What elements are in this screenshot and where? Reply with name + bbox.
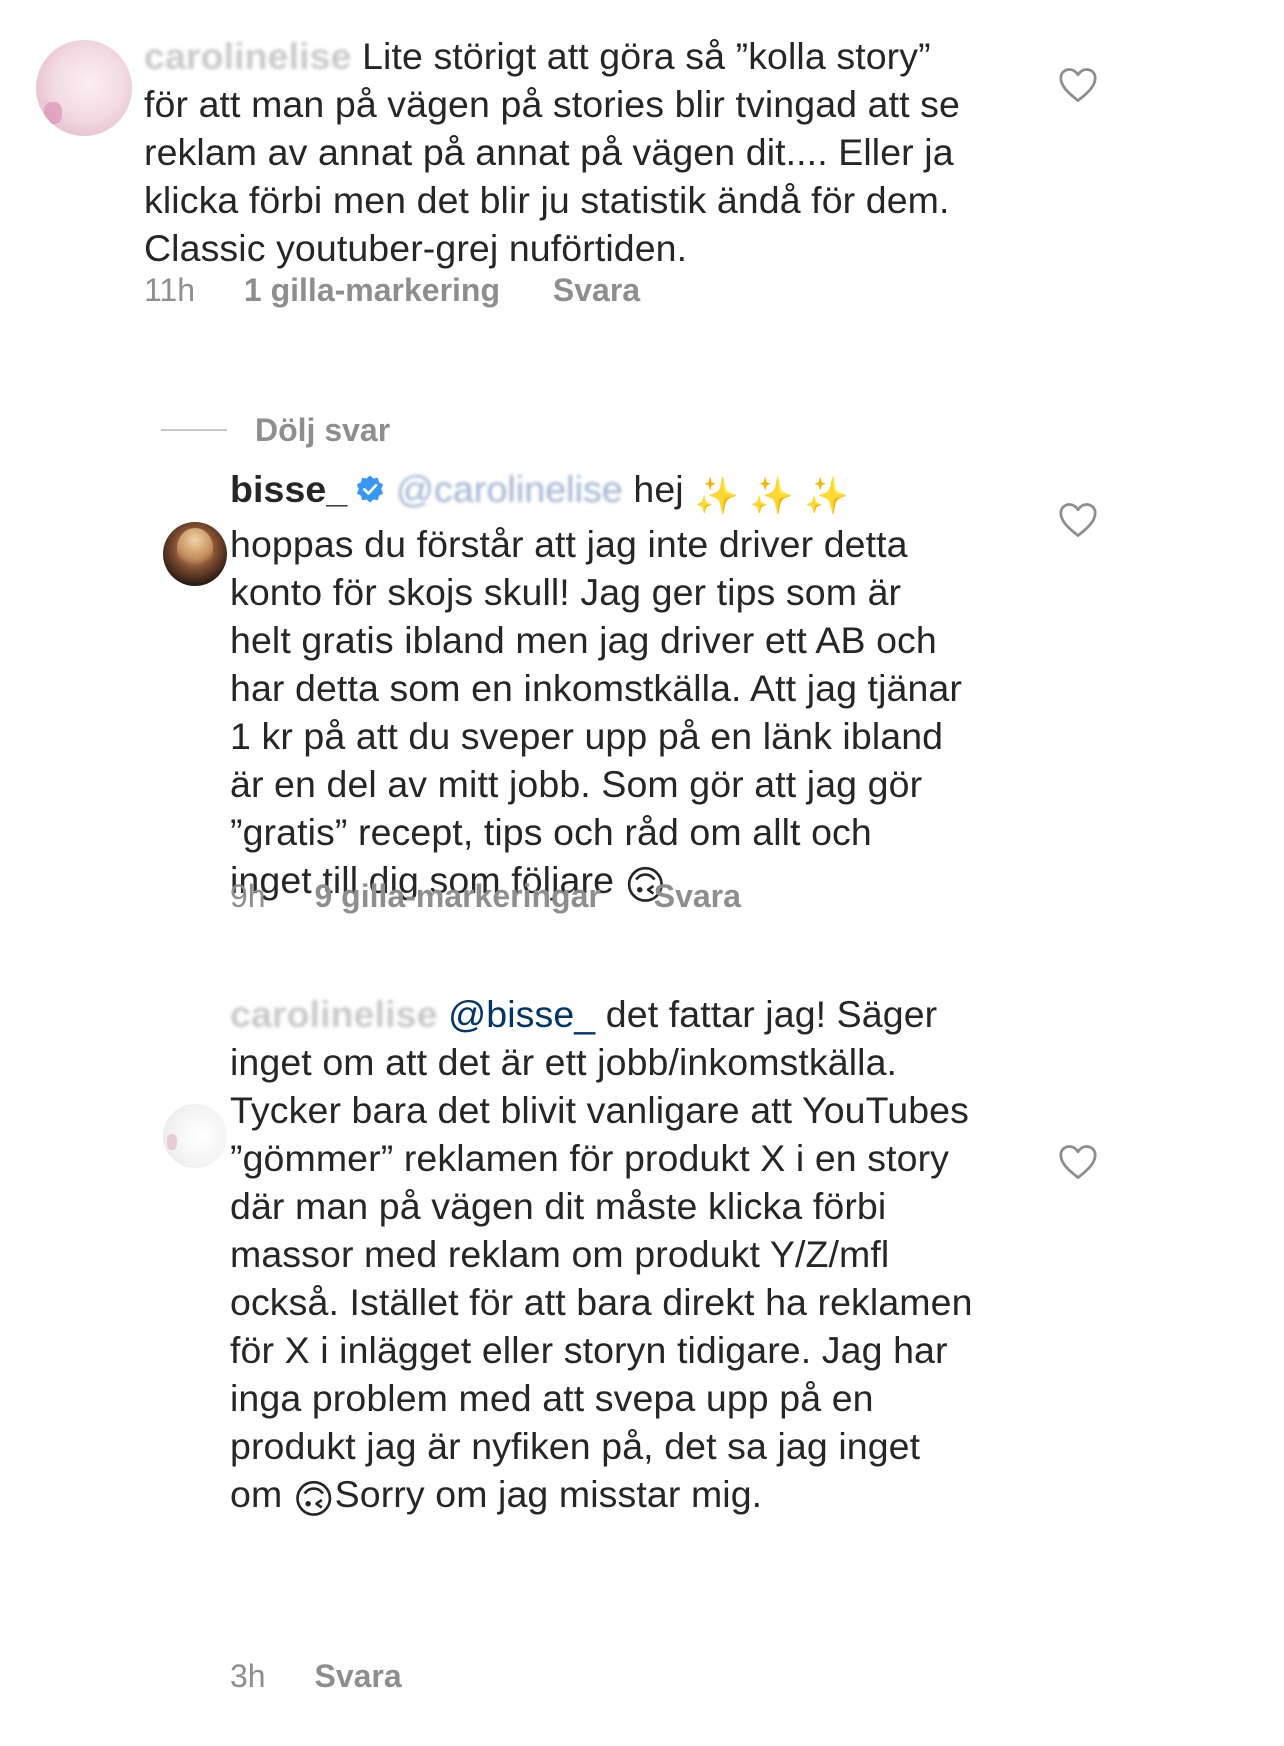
reply-button[interactable]: Svara <box>654 878 741 914</box>
username[interactable]: carolinelise <box>230 993 438 1035</box>
upside-down-face-emoji: 🙃 <box>292 1478 335 1522</box>
heart-outline-icon[interactable] <box>1058 1144 1098 1180</box>
divider-line <box>161 429 227 431</box>
comment-meta: 11h 1 gilla-markering Svara <box>144 270 640 310</box>
likes-count[interactable]: 9 gilla-markeringar <box>314 878 600 914</box>
avatar[interactable] <box>36 40 132 136</box>
comment-text: carolinelise @bisse_ det fattar jag! Säg… <box>230 990 1050 1524</box>
comment-text-body: för att man på vägen på stories blir tvi… <box>144 83 960 269</box>
reply-button[interactable]: Svara <box>553 272 640 308</box>
verified-badge-icon <box>357 475 384 503</box>
comment-text-line1: Lite störigt att göra så ”kolla story” <box>351 35 931 77</box>
avatar[interactable] <box>163 522 227 586</box>
comment-meta: 3h Svara <box>230 1656 402 1696</box>
username[interactable]: carolinelise <box>144 35 352 77</box>
username[interactable]: bisse_ <box>230 468 347 510</box>
avatar[interactable] <box>163 1104 227 1168</box>
heart-outline-icon[interactable] <box>1058 67 1098 103</box>
heart-outline-icon[interactable] <box>1058 502 1098 538</box>
comment-text-line1: det fattar jag! Säger <box>595 993 938 1035</box>
comment-time: 11h <box>144 272 196 308</box>
comment-time: 9h <box>230 878 266 914</box>
likes-count[interactable]: 1 gilla-markering <box>244 272 500 308</box>
comment-text: bisse_ @carolinelise hej ✨ ✨ ✨ hoppas du… <box>230 465 1030 910</box>
hide-replies-label: Dölj svar <box>255 411 391 448</box>
comment-meta: 9h 9 gilla-markeringar Svara <box>230 876 741 916</box>
comment-text-tail: Sorry om jag misstar mig. <box>334 1473 763 1515</box>
mention-link[interactable]: @carolinelise <box>396 468 623 510</box>
comment-text-body: inget om att det är ett jobb/inkomstkäll… <box>230 1041 973 1515</box>
comment-text: carolinelise Lite störigt att göra så ”k… <box>144 32 1024 272</box>
reply-button[interactable]: Svara <box>314 1658 401 1694</box>
comment-text-line1: hej <box>622 468 695 510</box>
hide-replies-button[interactable]: Dölj svar <box>161 410 390 450</box>
mention-link[interactable]: @bisse_ <box>448 993 595 1035</box>
comment-text-body: hoppas du förstår att jag inte driver de… <box>230 523 962 901</box>
comment-time: 3h <box>230 1658 266 1694</box>
sparkles-emoji: ✨ ✨ ✨ <box>694 475 850 516</box>
